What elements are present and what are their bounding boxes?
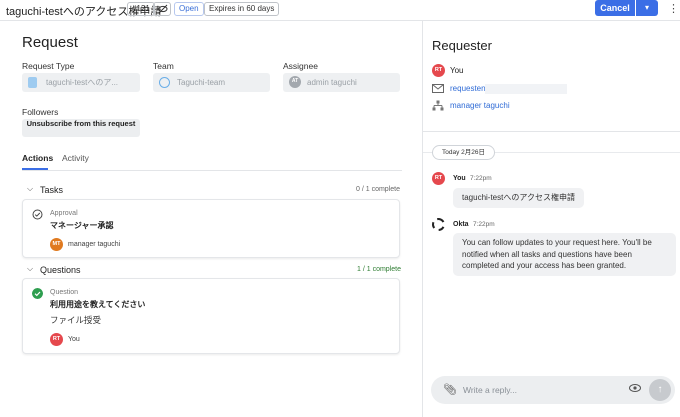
more-options-icon[interactable]: ⋮ bbox=[668, 2, 679, 15]
reply-input[interactable]: Write a reply... bbox=[463, 385, 517, 395]
expires-badge: Expires in 60 days bbox=[204, 2, 280, 16]
followers-label: Followers bbox=[22, 107, 59, 117]
avatar: RT bbox=[432, 64, 445, 77]
message-time: 7:22pm bbox=[473, 221, 495, 228]
question-name: 利用用途を教えてください bbox=[50, 300, 146, 309]
team-value: Taguchi-team bbox=[177, 78, 226, 87]
question-answer: ファイル授受 bbox=[50, 315, 102, 325]
team-field[interactable]: Taguchi-team bbox=[153, 73, 270, 92]
send-arrow-icon[interactable]: ↑ bbox=[649, 379, 671, 401]
requester-manager[interactable]: manager taguchi bbox=[450, 101, 510, 110]
requester-name: You bbox=[450, 66, 464, 75]
assignee-label: Assignee bbox=[283, 61, 318, 71]
message-line: completed and your access has been grant… bbox=[462, 261, 627, 270]
visibility-icon[interactable] bbox=[629, 383, 641, 393]
approval-check-icon bbox=[32, 209, 43, 220]
mail-icon bbox=[432, 84, 444, 93]
questions-heading: Questions bbox=[40, 265, 81, 275]
message-author: Okta bbox=[453, 221, 469, 228]
tasks-heading: Tasks bbox=[40, 185, 64, 195]
message-bubble: You can follow updates to your request h… bbox=[453, 233, 676, 276]
task-card[interactable]: Approval マネージャー承認 MT manager taguchi bbox=[22, 199, 400, 258]
tasks-collapse-icon[interactable]: ⌵ bbox=[27, 184, 33, 194]
tabs-divider bbox=[22, 170, 402, 171]
okta-logo-icon bbox=[432, 218, 445, 231]
message-line: You can follow updates to your request h… bbox=[462, 238, 652, 247]
request-type-value: taguchi-testへのア... bbox=[46, 78, 119, 87]
active-tab-indicator bbox=[22, 168, 48, 170]
avatar: RT bbox=[50, 333, 63, 346]
task-assignee-name: manager taguchi bbox=[68, 241, 121, 248]
question-kind: Question bbox=[50, 289, 79, 296]
message-time: 7:22pm bbox=[470, 175, 492, 182]
complete-check-icon bbox=[32, 288, 43, 299]
avatar: RT bbox=[432, 172, 445, 185]
question-author-name: You bbox=[68, 336, 80, 343]
request-type-label: Request Type bbox=[22, 61, 75, 71]
team-icon bbox=[159, 77, 170, 88]
tab-actions[interactable]: Actions bbox=[22, 153, 53, 163]
assignee-avatar: AT bbox=[289, 76, 301, 88]
unsubscribe-button[interactable]: Unsubscribe from this request bbox=[22, 119, 140, 137]
org-chart-icon bbox=[432, 100, 444, 111]
requester-email[interactable]: requesten bbox=[450, 84, 486, 93]
reply-box: 📎︎ Write a reply... ↑ bbox=[431, 376, 675, 404]
request-heading: Request bbox=[22, 34, 78, 51]
redacted-email bbox=[485, 84, 567, 94]
message-author: You bbox=[453, 175, 466, 182]
message-line: notified when all tasks and questions ha… bbox=[462, 249, 632, 259]
date-separator: Today 2月26日 bbox=[432, 145, 495, 160]
document-icon bbox=[28, 77, 37, 88]
question-card[interactable]: Question 利用用途を教えてください ファイル授受 RT You bbox=[22, 278, 400, 354]
chevron-down-icon[interactable]: ▾ bbox=[636, 0, 658, 16]
cancel-button[interactable]: Cancel bbox=[595, 0, 635, 16]
tab-activity[interactable]: Activity bbox=[62, 153, 89, 163]
requester-divider bbox=[423, 131, 680, 132]
task-name: マネージャー承認 bbox=[50, 221, 114, 230]
hide-icon[interactable] bbox=[153, 2, 171, 16]
requester-heading: Requester bbox=[432, 38, 492, 53]
avatar: MT bbox=[50, 238, 63, 251]
assignee-field[interactable]: AT admin taguchi bbox=[283, 73, 400, 92]
task-kind: Approval bbox=[50, 210, 78, 217]
status-badge: Open bbox=[174, 2, 204, 16]
tasks-progress: 0 / 1 complete bbox=[356, 186, 400, 193]
panel-divider bbox=[422, 20, 423, 417]
attach-icon[interactable]: 📎︎ bbox=[443, 383, 457, 396]
request-type-field[interactable]: taguchi-testへのア... bbox=[22, 73, 140, 92]
message-bubble: taguchi-testへのアクセス権申請 bbox=[453, 188, 584, 208]
questions-progress: 1 / 1 complete bbox=[357, 266, 401, 273]
header-divider bbox=[0, 20, 680, 21]
team-label: Team bbox=[153, 61, 174, 71]
assignee-value: admin taguchi bbox=[307, 78, 357, 87]
questions-collapse-icon[interactable]: ⌵ bbox=[27, 264, 33, 274]
request-id-badge: #121 bbox=[127, 2, 155, 16]
